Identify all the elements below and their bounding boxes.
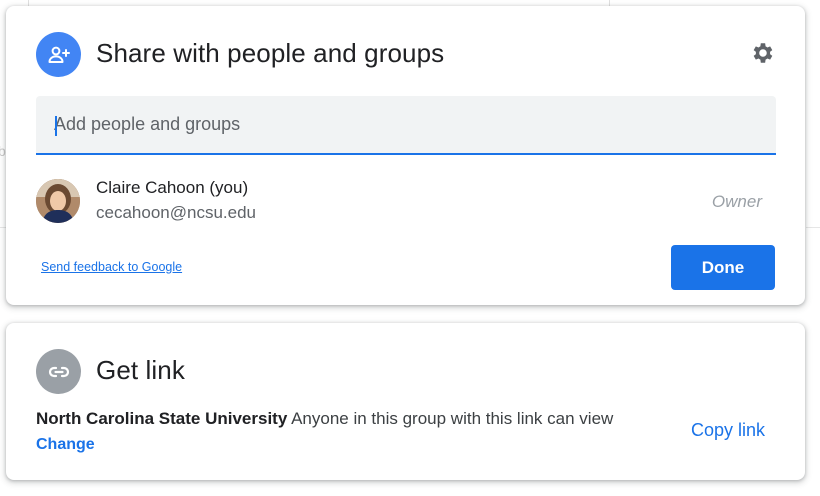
link-access-description: North Carolina State University Anyone i… xyxy=(36,409,613,429)
access-text: Anyone in this group with this link can … xyxy=(291,409,614,428)
person-add-icon xyxy=(36,32,81,77)
copy-link-button[interactable]: Copy link xyxy=(691,420,765,441)
add-people-input[interactable] xyxy=(54,96,754,153)
role-label: Owner xyxy=(711,192,762,211)
share-dialog-title: Share with people and groups xyxy=(96,38,445,68)
add-people-field[interactable] xyxy=(36,96,776,155)
person-name: Claire Cahoon (you) xyxy=(96,178,249,197)
background-page-fragment: b xyxy=(0,143,6,159)
change-access-link[interactable]: Change xyxy=(36,436,95,454)
gear-icon[interactable] xyxy=(749,40,775,66)
avatar xyxy=(36,179,80,223)
get-link-title: Get link xyxy=(96,355,185,385)
link-icon xyxy=(36,349,81,394)
text-cursor xyxy=(55,116,57,136)
get-link-card: Get link North Carolina State University… xyxy=(6,323,805,480)
done-button[interactable]: Done xyxy=(671,245,775,290)
share-dialog-card: Share with people and groups Claire Caho… xyxy=(6,6,805,305)
person-email: cecahoon@ncsu.edu xyxy=(96,203,256,222)
send-feedback-link[interactable]: Send feedback to Google xyxy=(41,260,182,274)
organization-name: North Carolina State University xyxy=(36,409,288,428)
background-divider-right xyxy=(806,227,820,228)
